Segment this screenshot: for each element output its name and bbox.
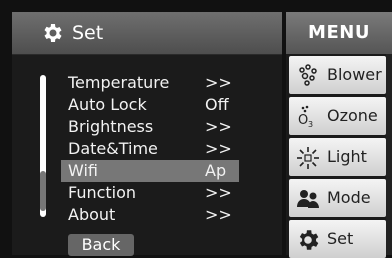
setting-value: >> — [205, 139, 232, 158]
setting-label: Auto Lock — [68, 95, 147, 114]
mode-icon — [297, 190, 319, 208]
setting-row-temperature[interactable]: Temperature >> — [61, 72, 239, 94]
setting-value: Off — [205, 95, 229, 114]
setting-value: >> — [205, 183, 232, 202]
menu-item-set[interactable]: Set — [289, 220, 386, 258]
light-icon — [297, 147, 319, 169]
settings-header: Set — [12, 12, 282, 55]
menu-item-light[interactable]: Light — [289, 138, 386, 176]
setting-value: >> — [205, 73, 232, 92]
menu-title: MENU — [286, 12, 392, 54]
menu-item-label: Set — [327, 229, 354, 248]
menu-item-ozone[interactable]: O 3 Ozone — [289, 97, 386, 135]
gear-icon — [299, 230, 319, 250]
page-title: Set — [72, 22, 104, 44]
menu-item-label: Mode — [327, 188, 371, 207]
setting-row-function[interactable]: Function >> — [61, 182, 239, 204]
setting-label: About — [68, 205, 116, 224]
setting-label: Wifi — [68, 161, 98, 180]
setting-label: Date&Time — [68, 139, 158, 158]
menu-item-label: Light — [327, 147, 367, 166]
back-button[interactable]: Back — [68, 234, 134, 256]
setting-label: Function — [68, 183, 137, 202]
settings-list: Temperature >> Auto Lock Off Brightness … — [12, 54, 282, 256]
device-screen: Set Temperature >> Auto Lock Off Brightn… — [0, 0, 392, 258]
setting-row-wifi[interactable]: Wifi Ap — [61, 160, 239, 182]
blower-icon — [299, 64, 317, 86]
setting-value: >> — [205, 117, 232, 136]
setting-row-date-time[interactable]: Date&Time >> — [61, 138, 239, 160]
menu-item-label: Blower — [327, 65, 382, 84]
ozone-icon: O 3 — [298, 105, 313, 129]
svg-text:O: O — [298, 113, 308, 128]
setting-row-brightness[interactable]: Brightness >> — [61, 116, 239, 138]
setting-label: Brightness — [68, 117, 154, 136]
setting-value: Ap — [205, 161, 227, 180]
setting-row-about[interactable]: About >> — [61, 204, 239, 226]
setting-label: Temperature — [68, 73, 170, 92]
scrollbar[interactable] — [40, 75, 46, 217]
gear-icon — [44, 24, 62, 42]
menu-item-blower[interactable]: Blower — [289, 56, 386, 94]
menu-item-label: Ozone — [327, 106, 378, 125]
menu-scroll-edge — [386, 54, 392, 255]
scrollbar-thumb[interactable] — [40, 171, 46, 211]
svg-text:3: 3 — [308, 120, 313, 129]
menu-item-mode[interactable]: Mode — [289, 179, 386, 217]
setting-value: >> — [205, 205, 232, 224]
setting-row-auto-lock[interactable]: Auto Lock Off — [61, 94, 239, 116]
